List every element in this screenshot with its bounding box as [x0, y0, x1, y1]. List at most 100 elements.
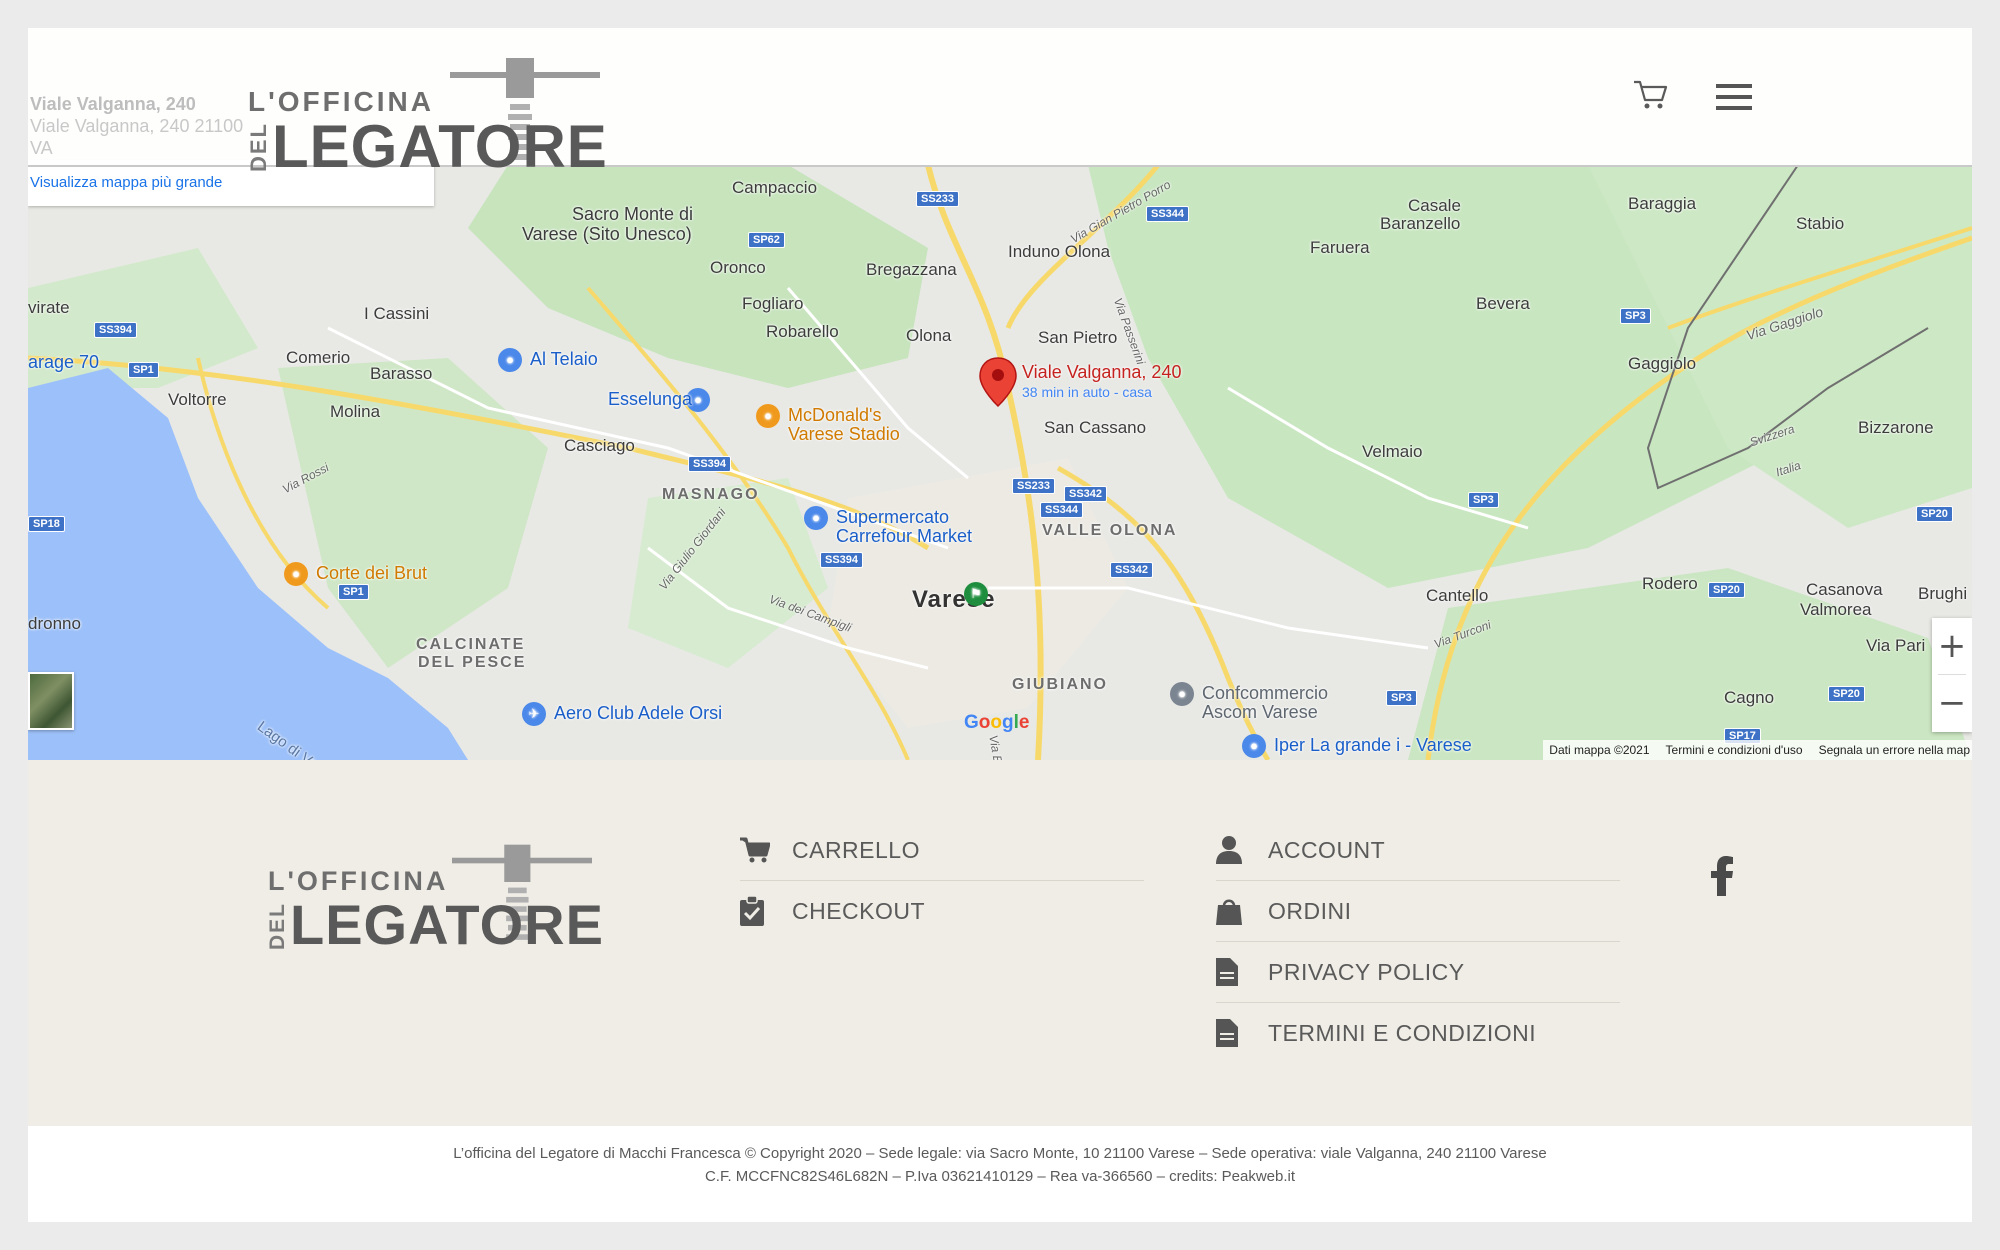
map-place-label: Casciago [564, 436, 635, 455]
map-area-label: VALLE OLONA [1042, 522, 1178, 539]
road-shield: SP20 [1708, 582, 1745, 598]
map-data-credit: Dati mappa ©2021 [1549, 743, 1650, 757]
road-shield: SS233 [916, 191, 960, 207]
map-place-label: Baranzello [1380, 214, 1461, 233]
map-place-label: Varese (Sito Unesco) [522, 224, 692, 244]
map-report-error-link[interactable]: Segnala un errore nella map [1819, 740, 1970, 760]
map-pin-title[interactable]: Viale Valganna, 240 [1022, 362, 1181, 383]
map-place-label: Bregazzana [866, 260, 957, 279]
map-place-label: Via Pari [1866, 636, 1926, 655]
map-faded-address: Viale Valganna, 240 Viale Valganna, 240 … [30, 94, 244, 158]
road-shield: SS344 [1040, 502, 1084, 518]
cart-icon[interactable] [1630, 74, 1670, 114]
document-icon [1216, 1019, 1268, 1047]
copyright-line-1: L’officina del Legatore di Macchi France… [453, 1145, 1547, 1162]
map-area-label: CALCINATE [416, 636, 526, 653]
map-place-label: arage 70 [28, 352, 100, 372]
place-icon: ● [1170, 682, 1194, 706]
cart-icon [740, 837, 792, 863]
map-place-label: Velmaio [1362, 442, 1423, 461]
flag-icon: ⚑ [964, 582, 988, 606]
google-logo: Google [964, 712, 1030, 733]
map-pin-subtitle[interactable]: 38 min in auto - casa [1022, 384, 1152, 400]
clipboard-check-icon [740, 896, 792, 926]
logo-text-del: DEL [246, 122, 271, 172]
map-place-label: Fogliaro [742, 294, 804, 313]
map-place-label: Casanova [1806, 580, 1883, 599]
map-place-label: Valmorea [1800, 600, 1872, 619]
page: Campaccio Sacro Monte di Varese (Sito Un… [28, 28, 1972, 1222]
map-pin-icon[interactable] [978, 356, 1018, 408]
zoom-out-button[interactable]: − [1932, 675, 1972, 731]
map-place-label: Bevera [1476, 294, 1530, 313]
map-place-label: Cagno [1724, 688, 1775, 707]
user-icon [1216, 836, 1268, 864]
shopping-icon: ● [498, 348, 522, 372]
map-place-label: Brughi [1918, 584, 1968, 603]
footer-link-account[interactable]: ACCOUNT [1216, 820, 1620, 881]
map-place-label: Faruera [1310, 238, 1370, 257]
road-shield: SS394 [688, 456, 732, 472]
copyright-bar: L’officina del Legatore di Macchi France… [28, 1126, 1972, 1222]
map-terms-link[interactable]: Termini e condizioni d'uso [1666, 740, 1803, 760]
shopping-bag-icon [1216, 897, 1268, 925]
map-place-label: San Cassano [1044, 418, 1147, 437]
facebook-icon[interactable] [1708, 856, 1736, 896]
map-attribution: Dati mappa ©2021 Termini e condizioni d'… [1543, 740, 1972, 760]
map-place-label: Casale [1408, 196, 1461, 215]
map-place-label: Sacro Monte di [572, 204, 694, 224]
road-shield: SP3 [1468, 492, 1499, 508]
zoom-controls: + − [1932, 618, 1972, 732]
zoom-in-button[interactable]: + [1932, 618, 1972, 674]
map-place-label: Baraggia [1628, 194, 1697, 213]
map-area-label: MASNAGO [662, 486, 760, 503]
footer-link-termini[interactable]: TERMINI E CONDIZIONI [1216, 1003, 1620, 1063]
satellite-toggle-thumbnail[interactable] [28, 672, 74, 730]
map-place-label: Comerio [286, 348, 351, 367]
map-place-label: Stabio [1796, 214, 1845, 233]
view-larger-map-link[interactable]: Visualizza mappa più grande [30, 174, 222, 191]
road-shield: SS342 [1110, 562, 1154, 578]
map-place-label: Robarello [766, 322, 839, 341]
map-place-label: virate [28, 298, 70, 317]
map-place-label: Gaggiolo [1628, 354, 1697, 373]
map-place-label: Rodero [1642, 574, 1698, 593]
copyright-line-2: C.F. MCCFNC82S46L682N – P.Iva 0362141012… [704, 1168, 1296, 1185]
map-place-label: Voltorre [168, 390, 227, 409]
airport-icon: ✈ [522, 702, 546, 726]
road-shield: SP20 [1828, 686, 1865, 702]
road-shield: SP1 [338, 584, 369, 600]
road-shield: SS233 [1012, 478, 1056, 494]
map-place-label: Campaccio [732, 178, 818, 197]
footer-logo[interactable]: L'OFFICINA LEGATORE DEL [264, 840, 624, 1000]
map-place-label: Bizzarone [1858, 418, 1934, 437]
logo-text-main: LEGATORE [290, 893, 604, 956]
footer-link-privacy-policy[interactable]: PRIVACY POLICY [1216, 942, 1620, 1003]
footer-link-carrello[interactable]: CARRELLO [740, 820, 1144, 881]
road-shield: SP20 [1916, 506, 1953, 522]
site-header: Viale Valganna, 240 Viale Valganna, 240 … [28, 28, 1972, 180]
road-shield: SP1 [128, 362, 159, 378]
footer-link-checkout[interactable]: CHECKOUT [740, 881, 1144, 941]
footer-link-ordini[interactable]: ORDINI [1216, 881, 1620, 942]
map-place-label: Oronco [710, 258, 766, 277]
road-shield: SS394 [820, 552, 864, 568]
road-shield: SS344 [1146, 206, 1190, 222]
map-place-label: dronno [28, 614, 81, 633]
logo-text-del: DEL [266, 902, 289, 950]
map-place-label: Molina [330, 402, 381, 421]
hamburger-menu-icon[interactable] [1716, 82, 1752, 112]
map-place-label: Induno Olona [1008, 242, 1111, 261]
road-shield: SP62 [748, 232, 785, 248]
map-area-label: GIUBIANO [1012, 676, 1108, 693]
road-shield: SP3 [1620, 308, 1651, 324]
map-place-label: I Cassini [364, 304, 430, 323]
road-shield: SP18 [28, 516, 65, 532]
logo-text-main: LEGATORE [272, 113, 608, 180]
map-place-label: San Pietro [1038, 328, 1118, 347]
site-footer: L'OFFICINA LEGATORE DEL CARRELLO CHECKOU… [28, 760, 1972, 1126]
site-logo[interactable]: L'OFFICINA LEGATORE DEL [218, 36, 607, 196]
shopping-cart-icon: ● [804, 506, 828, 530]
road-shield: SP3 [1386, 690, 1417, 706]
map-area-label: DEL PESCE [418, 654, 527, 671]
